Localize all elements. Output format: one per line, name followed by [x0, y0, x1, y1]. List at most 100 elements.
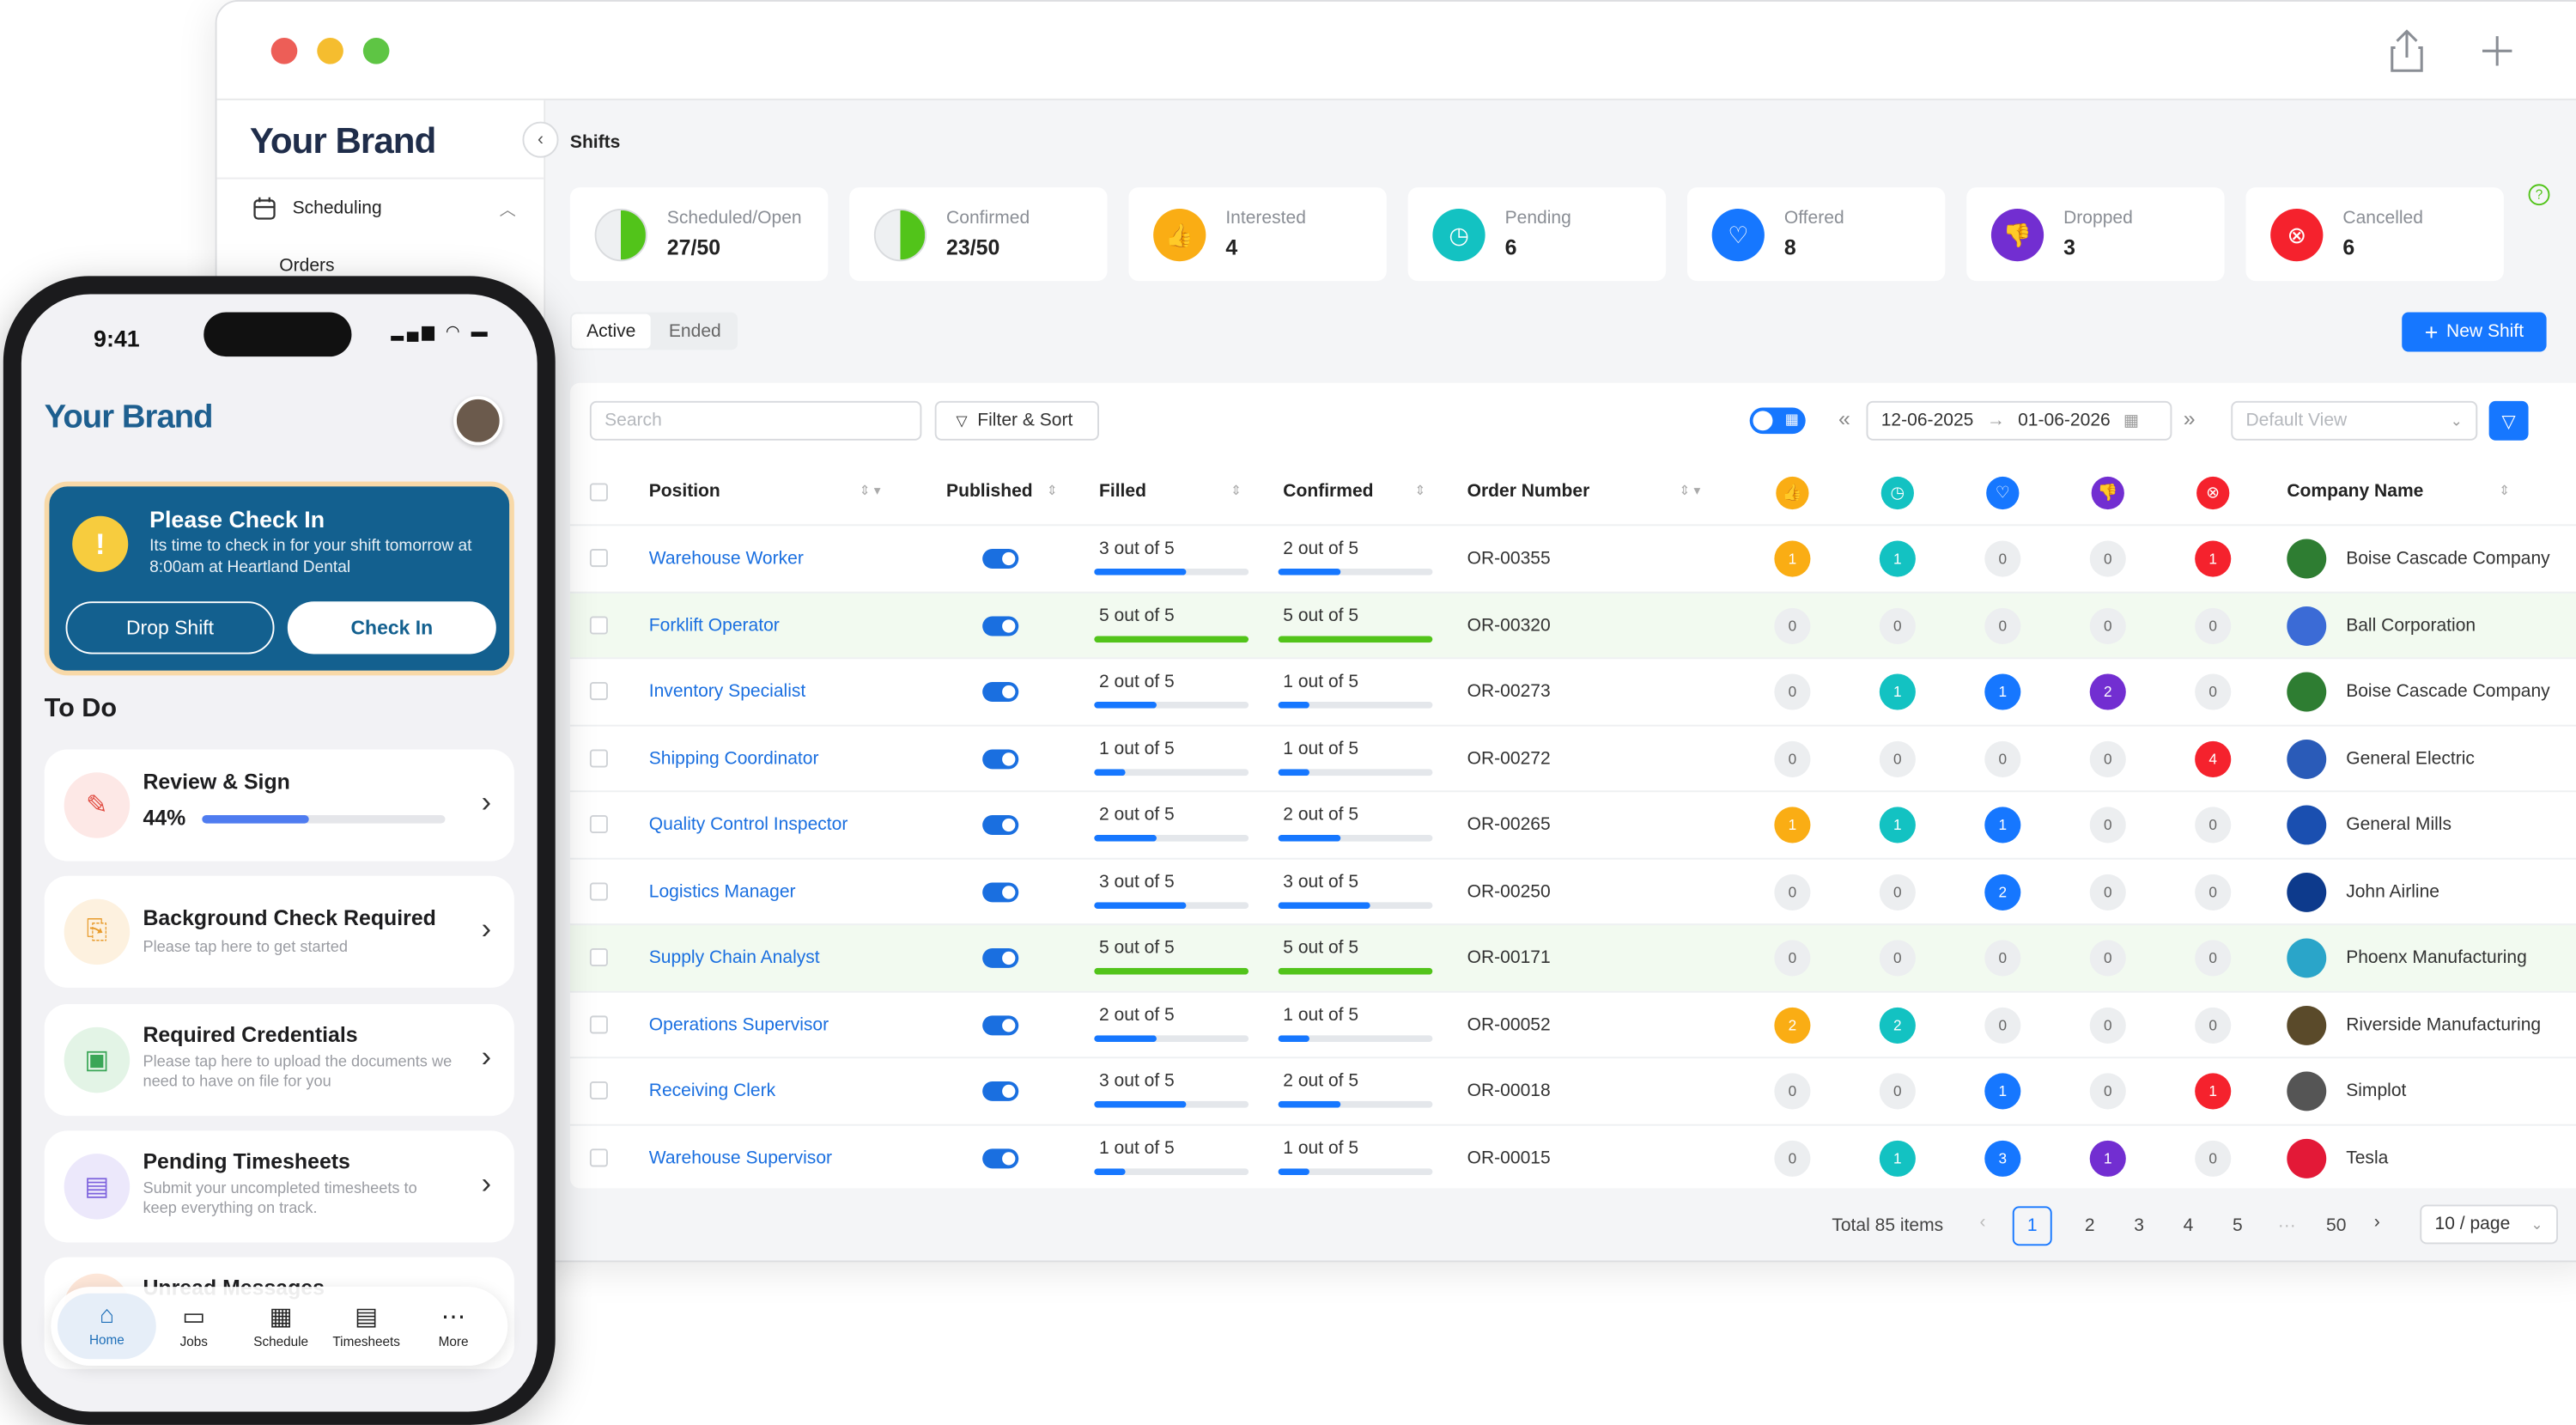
stat-card-interested[interactable]: 👍 Interested 4 [1128, 187, 1387, 282]
table-row[interactable]: Quality Control Inspector 2 out of 5 2 out… [569, 790, 2576, 856]
stat-card-cancelled[interactable]: ⊗ Cancelled 6 [2245, 187, 2504, 282]
page-1-button[interactable]: 1 [2012, 1206, 2052, 1246]
sort-icon[interactable]: ⇕ [1047, 484, 1058, 498]
published-toggle[interactable] [982, 814, 1019, 835]
published-toggle[interactable] [982, 615, 1019, 636]
todo-review-sign[interactable]: ✎ Review & Sign 44% › [44, 749, 514, 862]
nav-schedule[interactable]: ▦ Schedule [238, 1301, 323, 1349]
position-link[interactable]: Shipping Coordinator [649, 749, 819, 769]
table-row[interactable]: Forklift Operator 5 out of 5 5 out of 5 OR-… [569, 590, 2576, 658]
row-checkbox[interactable] [589, 682, 608, 701]
prev-page-button[interactable]: ‹ [1980, 1213, 1986, 1233]
column-clock-icon[interactable]: ◷ [1880, 476, 1914, 510]
table-row[interactable]: Receiving Clerk 3 out of 5 2 out of 5 OR-00… [569, 1057, 2576, 1123]
stat-card-dropped[interactable]: 👎 Dropped 3 [1966, 187, 2225, 282]
avatar[interactable] [453, 396, 503, 446]
column-order-number[interactable]: Order Number [1467, 482, 1590, 502]
table-row[interactable]: Operations Supervisor 2 out of 5 1 out of … [569, 990, 2576, 1057]
double-chevron-left-icon[interactable]: « [1838, 406, 1850, 431]
sort-icon[interactable]: ⇕ ▾ [860, 484, 881, 498]
position-link[interactable]: Logistics Manager [649, 881, 796, 901]
row-checkbox[interactable] [589, 947, 608, 967]
row-checkbox[interactable] [589, 881, 608, 900]
column-confirmed[interactable]: Confirmed [1283, 482, 1373, 502]
page-50-button[interactable]: 50 [2317, 1216, 2356, 1236]
column-thumbs-down-icon[interactable]: 👎 [2091, 476, 2124, 510]
filter-sort-button[interactable]: ▽ Filter & Sort [934, 400, 1099, 441]
position-link[interactable]: Operations Supervisor [649, 1014, 829, 1034]
plus-icon[interactable] [2481, 34, 2513, 67]
page-size-select[interactable]: 10 / page ⌄ [2420, 1204, 2559, 1245]
column-position[interactable]: Position [649, 482, 720, 502]
new-shift-button[interactable]: + New Shift [2402, 312, 2547, 352]
drop-shift-button[interactable]: Drop Shift [65, 601, 275, 655]
sort-icon[interactable]: ⇕ ▾ [1679, 484, 1700, 498]
column-published[interactable]: Published [946, 482, 1033, 502]
stat-card-scheduled-open[interactable]: Scheduled/Open 27/50 [569, 187, 829, 282]
table-row[interactable]: Shipping Coordinator 1 out of 5 1 out of 5… [569, 723, 2576, 790]
search-input[interactable]: Search [589, 400, 922, 441]
column-x-circle-icon[interactable]: ⊗ [2196, 476, 2230, 510]
position-link[interactable]: Quality Control Inspector [649, 815, 848, 835]
published-toggle[interactable] [982, 1014, 1019, 1035]
date-range-picker[interactable]: 12-06-2025 → 01-06-2026 ▦ [1866, 400, 2172, 441]
column-thumbs-up-icon[interactable]: 👍 [1776, 476, 1809, 510]
position-link[interactable]: Receiving Clerk [649, 1081, 775, 1101]
published-toggle[interactable] [982, 549, 1019, 569]
stat-card-offered[interactable]: ♡ Offered 8 [1686, 187, 1946, 282]
nav-home[interactable]: ⌂ Home [64, 1301, 149, 1348]
nav-more[interactable]: ⋯ More [410, 1301, 495, 1349]
row-checkbox[interactable] [589, 1014, 608, 1033]
close-window-button[interactable] [270, 38, 298, 64]
check-in-button[interactable]: Check In [287, 601, 496, 655]
position-link[interactable]: Warehouse Supervisor [649, 1148, 832, 1167]
published-toggle[interactable] [982, 748, 1019, 769]
table-row[interactable]: Inventory Specialist 2 out of 5 1 out of 5… [569, 657, 2576, 723]
stat-card-pending[interactable]: ◷ Pending 6 [1407, 187, 1667, 282]
share-icon[interactable] [2389, 28, 2425, 75]
minimize-window-button[interactable] [317, 38, 343, 64]
row-checkbox[interactable] [589, 1148, 608, 1166]
next-page-button[interactable]: › [2374, 1213, 2380, 1233]
double-chevron-right-icon[interactable]: » [2184, 406, 2196, 431]
page-4-button[interactable]: 4 [2169, 1216, 2208, 1236]
sort-icon[interactable]: ⇕ [1230, 484, 1242, 498]
maximize-window-button[interactable] [362, 38, 390, 64]
todo-background-check[interactable]: ⎘ Background Check Required Please tap h… [44, 875, 514, 988]
nav-timesheets[interactable]: ▤ Timesheets [324, 1301, 409, 1349]
published-toggle[interactable] [982, 1148, 1019, 1168]
todo-required-credentials[interactable]: ▣ Required Credentials Please tap here t… [44, 1004, 514, 1117]
row-checkbox[interactable] [589, 615, 608, 634]
published-toggle[interactable] [982, 881, 1019, 902]
sort-icon[interactable]: ⇕ [1414, 484, 1425, 498]
table-row[interactable]: Warehouse Worker 3 out of 5 2 out of 5 OR-0… [569, 524, 2576, 590]
view-select[interactable]: Default View ⌄ [2231, 400, 2478, 441]
row-checkbox[interactable] [589, 814, 608, 834]
page-2-button[interactable]: 2 [2070, 1216, 2110, 1236]
sidebar-item-scheduling[interactable]: Scheduling ︿ [253, 196, 516, 225]
row-checkbox[interactable] [589, 1081, 608, 1099]
row-checkbox[interactable] [589, 748, 608, 767]
column-filled[interactable]: Filled [1099, 482, 1146, 502]
select-all-checkbox[interactable] [589, 483, 608, 502]
table-row[interactable]: Warehouse Supervisor 1 out of 5 1 out of 5… [569, 1123, 2576, 1190]
table-row[interactable]: Supply Chain Analyst 5 out of 5 5 out of 5… [569, 923, 2576, 990]
published-toggle[interactable] [982, 1081, 1019, 1101]
page-5-button[interactable]: 5 [2218, 1216, 2257, 1236]
position-link[interactable]: Warehouse Worker [649, 549, 804, 569]
column-company-name[interactable]: Company Name [2287, 482, 2423, 502]
sort-icon[interactable]: ⇕ [2499, 484, 2510, 498]
column-heart-hand-icon[interactable]: ♡ [1986, 476, 2020, 510]
position-link[interactable]: Inventory Specialist [649, 682, 806, 702]
table-row[interactable]: Logistics Manager 3 out of 5 3 out of 5 OR-… [569, 856, 2576, 923]
page-3-button[interactable]: 3 [2119, 1216, 2159, 1236]
position-link[interactable]: Forklift Operator [649, 616, 780, 636]
collapse-sidebar-button[interactable]: ‹ [522, 121, 559, 158]
position-link[interactable]: Supply Chain Analyst [649, 948, 820, 968]
published-toggle[interactable] [982, 682, 1019, 702]
page-ellipsis-button[interactable]: ··· [2267, 1216, 2306, 1236]
todo-pending-timesheets[interactable]: ▤ Pending Timesheets Submit your uncompl… [44, 1130, 514, 1243]
calendar-view-toggle[interactable]: ▦ [1749, 407, 1806, 435]
filter-button[interactable]: ▽ [2488, 400, 2529, 441]
tab-active[interactable]: Active [571, 314, 651, 349]
